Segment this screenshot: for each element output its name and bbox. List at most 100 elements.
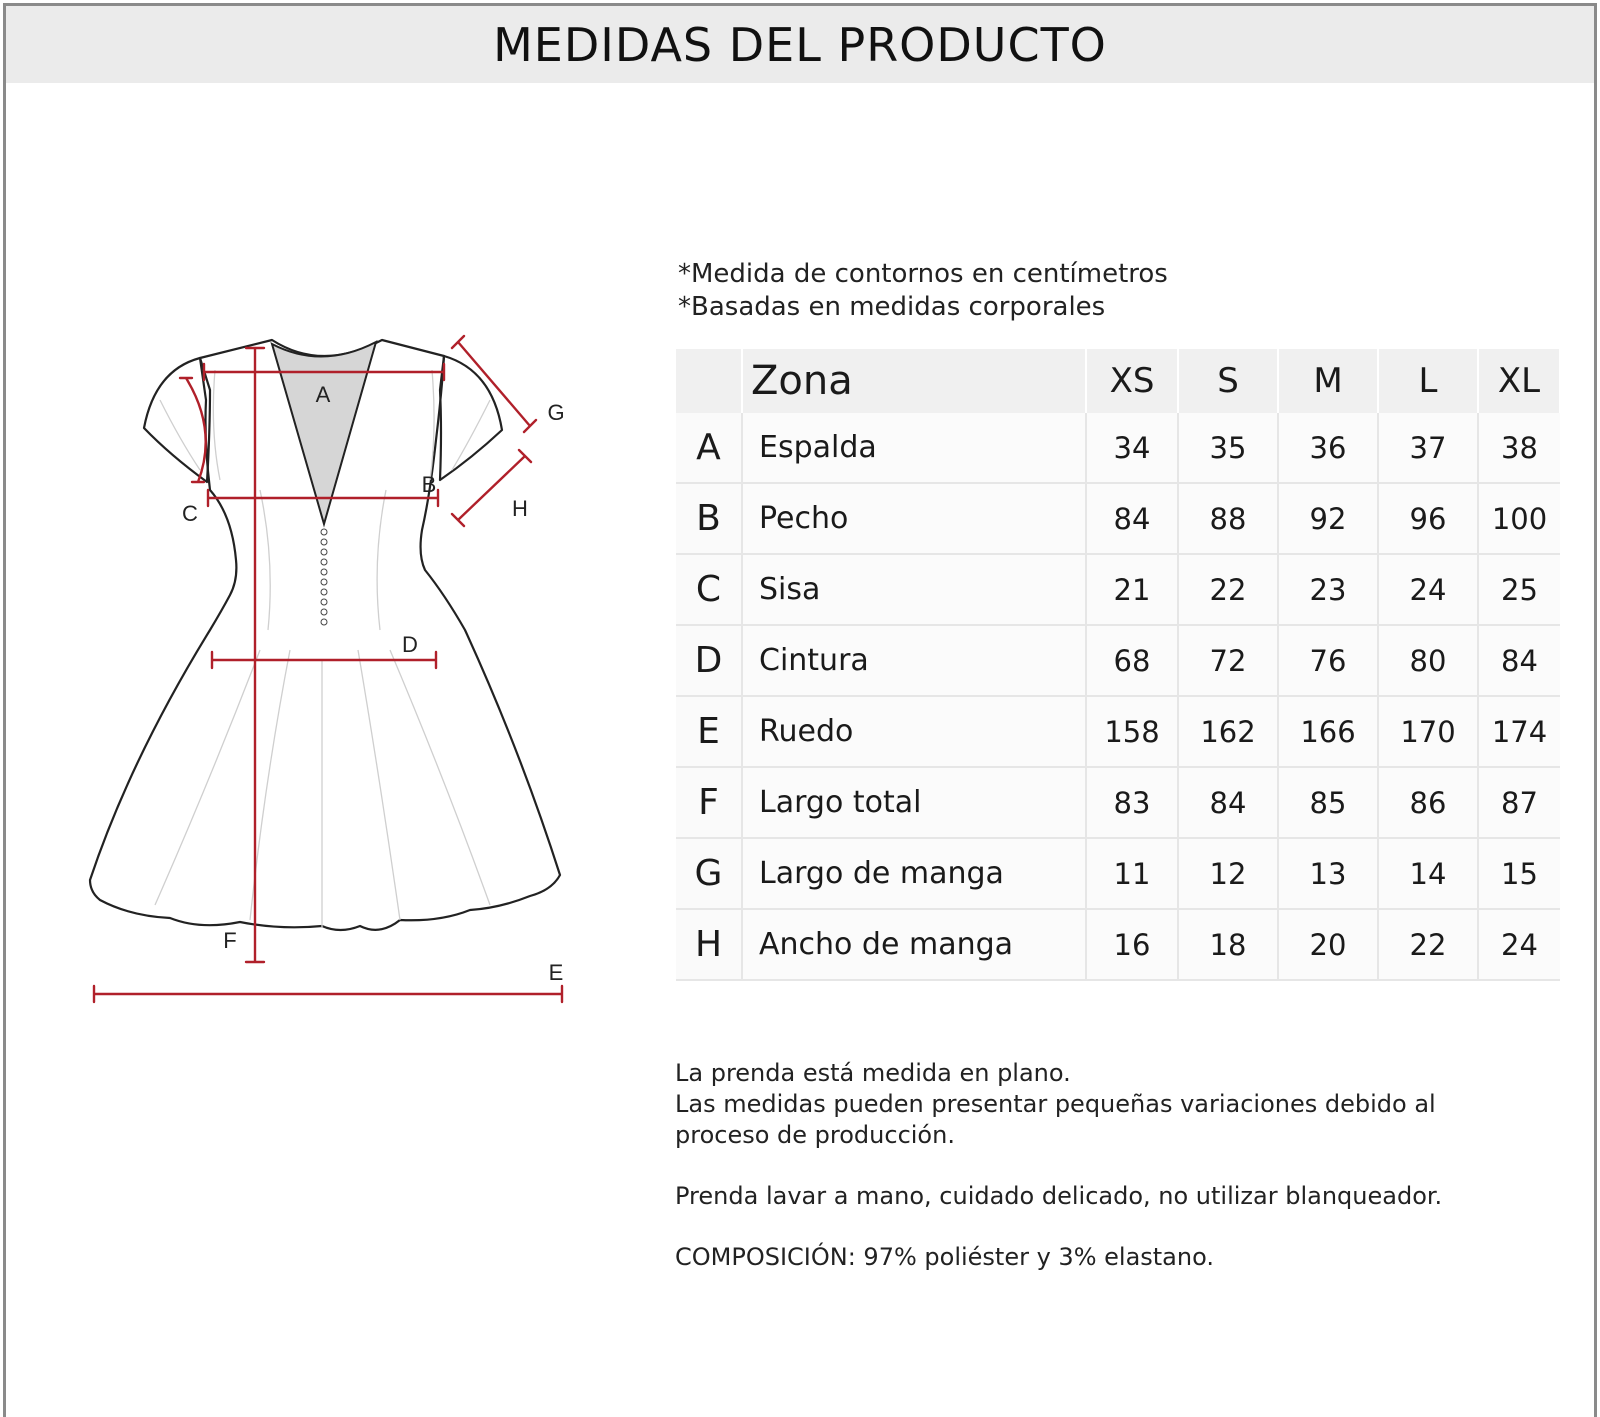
row-value: 84 <box>1478 625 1560 697</box>
table-row: B Pecho 84 88 92 96 100 <box>676 483 1560 555</box>
measure-c <box>178 376 207 484</box>
row-code: D <box>676 625 743 697</box>
table-row: H Ancho de manga 16 18 20 22 24 <box>676 909 1560 981</box>
row-code: A <box>676 413 743 484</box>
header-code-cell <box>676 349 743 413</box>
row-zone: Espalda <box>742 413 1087 484</box>
label-a: A <box>316 382 331 407</box>
row-value: 166 <box>1278 696 1379 768</box>
row-value: 174 <box>1478 696 1560 768</box>
label-c: C <box>182 501 198 526</box>
measurement-notes: *Medida de contornos en centímetros *Bas… <box>678 258 1168 324</box>
size-table: Zona XS S M L XL A Espalda 34 35 36 37 38 B Pech… <box>676 349 1561 981</box>
row-value: 24 <box>1378 554 1479 626</box>
row-value: 22 <box>1178 554 1279 626</box>
header-size-xs: XS <box>1086 349 1179 413</box>
size-table-header: Zona XS S M L XL <box>676 349 1561 413</box>
row-value: 35 <box>1178 413 1279 484</box>
row-value: 170 <box>1378 696 1479 768</box>
row-code: H <box>676 909 743 981</box>
table-row: D Cintura 68 72 76 80 84 <box>676 625 1560 697</box>
row-value: 86 <box>1378 767 1479 839</box>
dress-illustration: A B C D E F G H <box>88 334 565 1004</box>
info-production: proceso de producción. <box>675 1121 955 1149</box>
row-zone: Largo de manga <box>742 838 1087 910</box>
row-value: 21 <box>1086 554 1179 626</box>
row-code: F <box>676 767 743 839</box>
row-value: 88 <box>1178 483 1279 555</box>
row-value: 158 <box>1086 696 1179 768</box>
row-value: 72 <box>1178 625 1279 697</box>
row-value: 84 <box>1086 483 1179 555</box>
row-value: 96 <box>1378 483 1479 555</box>
row-value: 80 <box>1378 625 1479 697</box>
row-value: 25 <box>1478 554 1560 626</box>
row-value: 12 <box>1178 838 1279 910</box>
row-value: 162 <box>1178 696 1279 768</box>
garment-info: La prenda está medida en plano. Las medi… <box>675 1058 1442 1273</box>
row-value: 76 <box>1278 625 1379 697</box>
row-zone: Cintura <box>742 625 1087 697</box>
header-zona: Zona <box>742 349 1087 413</box>
measure-f <box>244 346 266 964</box>
left-sleeve <box>142 356 212 484</box>
row-value: 37 <box>1378 413 1479 484</box>
row-value: 15 <box>1478 838 1560 910</box>
table-row: E Ruedo 158 162 166 170 174 <box>676 696 1560 768</box>
note-contours: *Medida de contornos en centímetros <box>678 259 1168 289</box>
row-value: 20 <box>1278 909 1379 981</box>
table-row: G Largo de manga 11 12 13 14 15 <box>676 838 1560 910</box>
label-f: F <box>223 928 236 953</box>
dress-diagram: A B C D E F G H <box>60 330 620 1010</box>
table-row: A Espalda 34 35 36 37 38 <box>676 413 1560 484</box>
label-d: D <box>402 632 418 657</box>
info-variations: Las medidas pueden presentar pequeñas va… <box>675 1090 1436 1118</box>
label-e: E <box>549 960 564 985</box>
measure-e <box>92 984 564 1004</box>
row-value: 85 <box>1278 767 1379 839</box>
row-value: 83 <box>1086 767 1179 839</box>
label-h: H <box>512 496 528 521</box>
info-composition: COMPOSICIÓN: 97% poliéster y 3% elastano… <box>675 1243 1214 1271</box>
row-value: 22 <box>1378 909 1479 981</box>
info-care: Prenda lavar a mano, cuidado delicado, n… <box>675 1182 1443 1210</box>
row-zone: Ancho de manga <box>742 909 1087 981</box>
row-value: 13 <box>1278 838 1379 910</box>
row-code: E <box>676 696 743 768</box>
row-code: G <box>676 838 743 910</box>
note-body-measures: *Basadas en medidas corporales <box>678 292 1106 322</box>
header-size-s: S <box>1178 349 1279 413</box>
row-code: B <box>676 483 743 555</box>
row-value: 36 <box>1278 413 1379 484</box>
row-value: 34 <box>1086 413 1179 484</box>
row-value: 24 <box>1478 909 1560 981</box>
info-flat-measure: La prenda está medida en plano. <box>675 1059 1071 1087</box>
row-value: 92 <box>1278 483 1379 555</box>
row-value: 68 <box>1086 625 1179 697</box>
row-value: 38 <box>1478 413 1560 484</box>
row-value: 87 <box>1478 767 1560 839</box>
table-row: C Sisa 21 22 23 24 25 <box>676 554 1560 626</box>
row-zone: Ruedo <box>742 696 1087 768</box>
row-value: 23 <box>1278 554 1379 626</box>
row-zone: Pecho <box>742 483 1087 555</box>
right-sleeve <box>438 354 504 482</box>
row-code: C <box>676 554 743 626</box>
page-title: MEDIDAS DEL PRODUCTO <box>493 17 1107 72</box>
row-value: 84 <box>1178 767 1279 839</box>
row-value: 100 <box>1478 483 1560 555</box>
row-value: 14 <box>1378 838 1479 910</box>
row-zone: Sisa <box>742 554 1087 626</box>
measure-g <box>450 334 538 434</box>
header-size-m: M <box>1278 349 1379 413</box>
row-value: 11 <box>1086 838 1179 910</box>
table-row: F Largo total 83 84 85 86 87 <box>676 767 1560 839</box>
label-b: B <box>422 472 437 497</box>
row-value: 16 <box>1086 909 1179 981</box>
neckline <box>270 340 378 528</box>
row-zone: Largo total <box>742 767 1087 839</box>
header-size-xl: XL <box>1478 349 1561 413</box>
row-value: 18 <box>1178 909 1279 981</box>
header-bar: MEDIDAS DEL PRODUCTO <box>6 6 1594 83</box>
label-g: G <box>547 400 564 425</box>
